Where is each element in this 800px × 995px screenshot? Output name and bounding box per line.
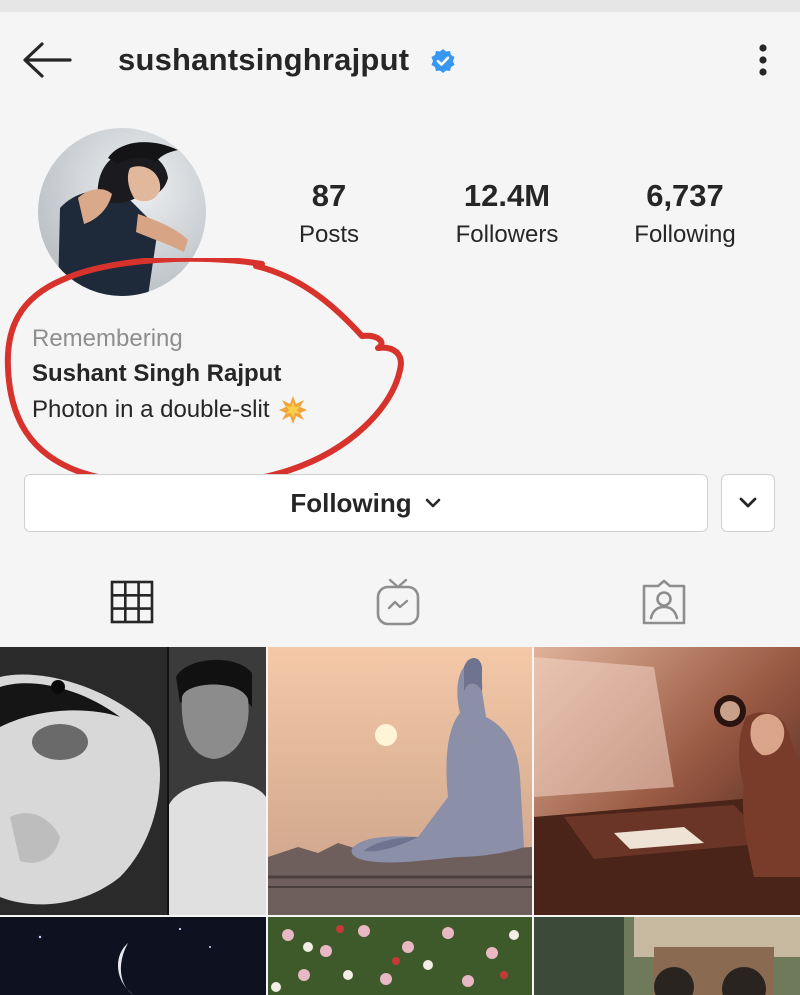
bio-text: Photon in a double-slit: [32, 396, 270, 423]
followers-label: Followers: [455, 221, 559, 248]
profile-avatar[interactable]: [38, 128, 206, 296]
profile-username: sushantsinghrajput: [118, 42, 410, 77]
following-count: 6,737: [646, 178, 724, 213]
verified-badge-icon: [431, 49, 455, 73]
tab-grid[interactable]: [104, 574, 160, 630]
post-image: [534, 647, 800, 915]
memorialized-label: Remembering: [32, 325, 183, 352]
tagged-icon: [642, 579, 686, 625]
full-name: Sushant Singh Rajput: [32, 360, 282, 387]
followers-count: 12.4M: [463, 178, 551, 213]
posts-count: 87: [311, 178, 347, 213]
igtv-icon: [376, 578, 420, 626]
stat-posts[interactable]: 87 Posts: [270, 178, 388, 250]
post-thumbnail[interactable]: [0, 917, 266, 995]
posts-label: Posts: [298, 221, 360, 248]
chevron-down-icon: [425, 498, 440, 508]
suggested-accounts-button[interactable]: [721, 474, 775, 532]
profile-bio: Remembering Sushant Singh Rajput Photon …: [32, 322, 308, 428]
following-label: Following: [634, 221, 736, 248]
post-thumbnail[interactable]: [534, 917, 800, 995]
profile-header: sushantsinghrajput: [0, 12, 800, 108]
collision-emoji-icon: [278, 396, 307, 424]
bio-line: Photon in a double-slit: [32, 392, 308, 428]
post-image: [0, 917, 266, 995]
chevron-down-icon: [739, 497, 757, 508]
back-button[interactable]: [20, 40, 72, 80]
post-image: [268, 917, 532, 995]
stat-following[interactable]: 6,737 Following: [620, 178, 750, 250]
post-image: [0, 647, 266, 915]
grid-icon: [110, 580, 154, 624]
tab-igtv[interactable]: [370, 574, 426, 630]
arrow-left-icon: [23, 42, 72, 78]
more-vertical-icon: [759, 44, 767, 76]
status-bar-strip: [0, 0, 800, 12]
post-thumbnail[interactable]: [534, 647, 800, 915]
posts-grid: [0, 647, 800, 995]
more-options-button[interactable]: [750, 40, 776, 80]
post-thumbnail[interactable]: [268, 917, 532, 995]
following-button[interactable]: Following: [24, 474, 708, 532]
following-button-label: Following: [290, 487, 412, 518]
tab-tagged[interactable]: [636, 574, 692, 630]
post-thumbnail[interactable]: [268, 647, 532, 915]
stat-followers[interactable]: 12.4M Followers: [440, 178, 574, 250]
avatar-photo: [38, 128, 206, 296]
post-image: [534, 917, 800, 995]
post-thumbnail[interactable]: [0, 647, 266, 915]
post-image: [268, 647, 532, 915]
